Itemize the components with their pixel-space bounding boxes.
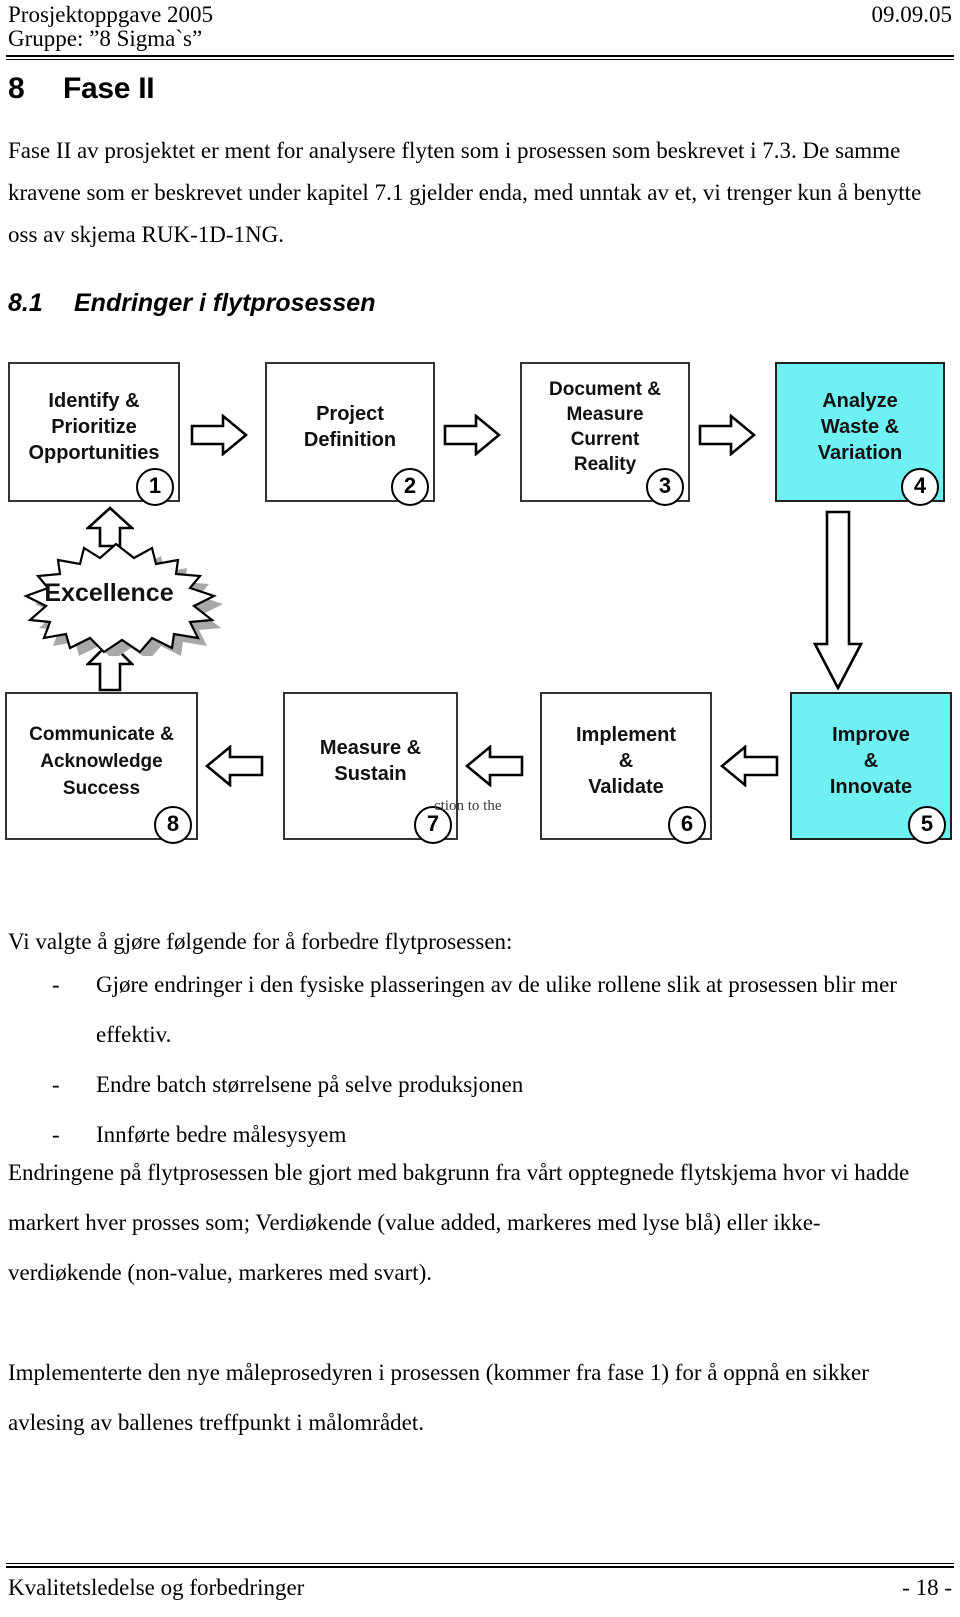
process-box-1: Identify & Prioritize Opportunities 1	[8, 362, 180, 506]
process-box-2: Project Definition 2	[265, 362, 435, 506]
arrow-box3-to-box4	[698, 413, 757, 461]
list-item-text: Endre batch størrelsene på selve produks…	[96, 1072, 524, 1097]
process-box-5-label: Improve & Innovate	[829, 724, 913, 798]
excellence-label: Excellence	[44, 578, 174, 607]
process-box-3-label: Document & Measure Current Reality	[549, 379, 661, 475]
list-item-text: Gjøre endringer i den fysiske plassering…	[96, 972, 897, 1047]
chapter-number: 8	[8, 72, 25, 105]
arrow-box7-to-box8	[204, 744, 265, 792]
process-box-4-label: Analyze Waste & Variation	[817, 390, 903, 464]
header-divider-rule	[6, 55, 954, 60]
chapter-title-text: Fase II	[63, 72, 155, 105]
list-item: - Endre batch størrelsene på selve produ…	[8, 1060, 938, 1110]
process-box-6-badge: 6	[668, 806, 706, 844]
list-item-text: Innførte bedre målesysyem	[96, 1122, 347, 1147]
changes-list: - Gjøre endringer i den fysiske plasseri…	[8, 960, 938, 1160]
process-box-5: Improve & Innovate 5	[790, 692, 952, 844]
process-box-6: Implement & Validate 6	[540, 692, 712, 844]
section-number: 8.1	[8, 289, 43, 317]
paragraph-changes: Endringene på flytprosessen ble gjort me…	[8, 1160, 910, 1285]
section-title-text: Endringer i flytprosessen	[74, 289, 376, 317]
process-box-7: Measure & Sustain 7	[283, 692, 458, 844]
list-item: - Gjøre endringer i den fysiske plasseri…	[8, 960, 938, 1060]
section-heading: 8.1 Endringer i flytprosessen	[8, 288, 375, 318]
paragraph-implementation: Implementerte den nye måleprosedyren i p…	[8, 1360, 869, 1435]
process-box-4: Analyze Waste & Variation 4	[775, 362, 945, 506]
process-box-5-badge: 5	[908, 806, 946, 844]
process-box-3-badge: 3	[646, 468, 684, 506]
intro-paragraph: Fase II av prosjektet er ment for analys…	[8, 138, 922, 247]
process-box-1-label: Identify & Prioritize Opportunities	[28, 390, 160, 464]
list-lead-in: Vi valgte å gjøre følgende for å forbedr…	[8, 929, 513, 954]
process-box-3: Document & Measure Current Reality 3	[520, 362, 690, 506]
arrow-box2-to-box3	[443, 413, 502, 461]
chapter-heading: 8 Fase II	[8, 72, 708, 106]
process-box-1-badge: 1	[136, 468, 174, 506]
flow-diagram: Identify & Prioritize Opportunities 1 Pr…	[0, 352, 960, 852]
process-box-6-label: Implement & Validate	[575, 724, 677, 798]
header-date: 09.09.05	[871, 2, 953, 27]
process-box-8: Communicate & Acknowledge Success 8	[5, 692, 198, 844]
process-box-2-badge: 2	[391, 468, 429, 506]
page-header: Prosjektoppgave 2005 09.09.05 Gruppe: ”8…	[0, 0, 960, 60]
footer-document-subject: Kvalitetsledelse og forbedringer	[8, 1575, 305, 1600]
arrow-box5-to-box6	[719, 744, 780, 792]
arrow-box4-to-box5-vertical	[812, 510, 864, 695]
header-document-title: Prosjektoppgave 2005	[8, 2, 214, 27]
footer-divider-rule	[6, 1563, 954, 1568]
process-box-8-badge: 8	[154, 806, 192, 844]
process-box-2-label: Project Definition	[303, 403, 397, 451]
process-box-4-badge: 4	[901, 468, 939, 506]
process-box-7-label: Measure & Sustain	[319, 737, 422, 785]
diagram-residual-text: ction to the	[434, 798, 502, 814]
list-item-dash: -	[52, 1072, 60, 1097]
header-group-name: Gruppe: ”8 Sigma`s”	[8, 26, 203, 51]
page-footer: Kvalitetsledelse og forbedringer - 18 -	[0, 1557, 960, 1617]
footer-page-number: - 18 -	[902, 1575, 952, 1600]
excellence-starburst: Excellence	[0, 538, 232, 656]
arrow-box6-to-box7	[464, 744, 525, 792]
arrow-box1-to-box2	[190, 413, 249, 461]
process-box-8-label: Communicate & Acknowledge Success	[29, 723, 174, 799]
list-item-dash: -	[52, 972, 60, 997]
